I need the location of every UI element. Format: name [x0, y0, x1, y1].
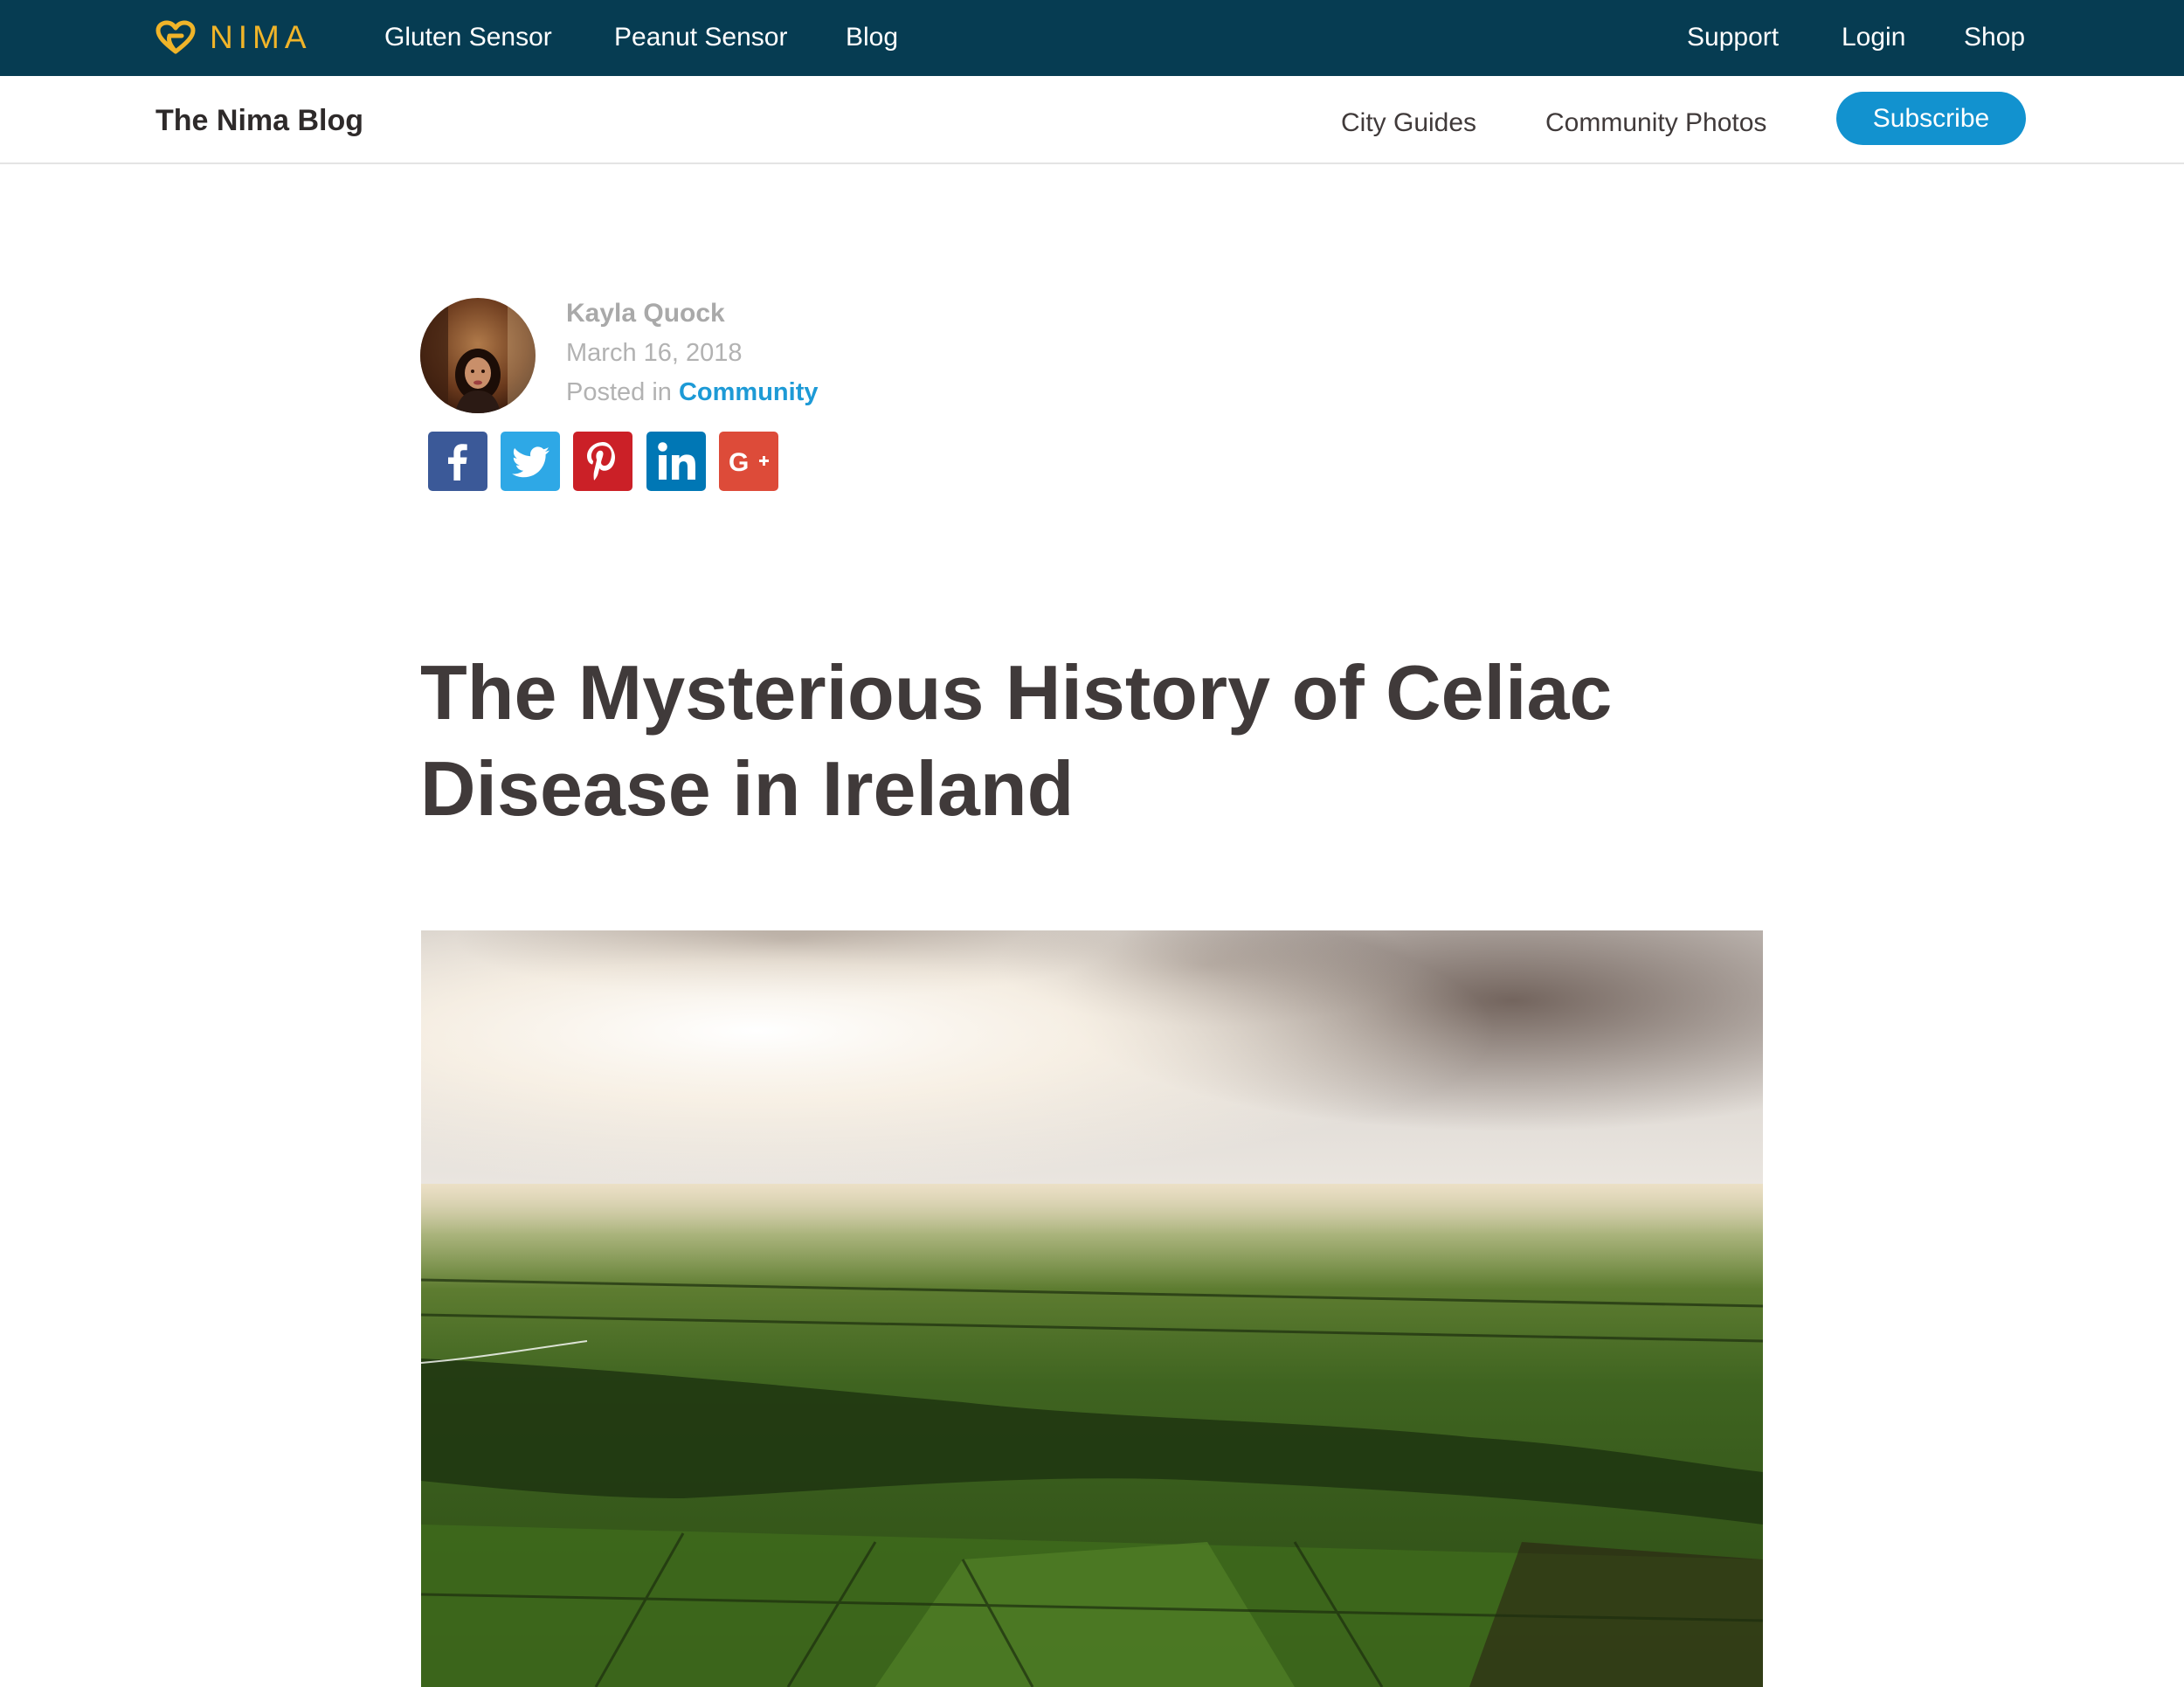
google-plus-icon: G: [719, 432, 778, 491]
category-link-community[interactable]: Community: [679, 378, 819, 406]
svg-text:G: G: [729, 448, 749, 477]
subnav-link-city-guides[interactable]: City Guides: [1341, 101, 1476, 145]
subnav-link-community-photos[interactable]: Community Photos: [1545, 101, 1766, 145]
facebook-icon: [428, 432, 487, 491]
posted-in-line: Posted in Community: [566, 378, 818, 407]
top-navigation: NIMA Gluten Sensor Peanut Sensor Blog Su…: [0, 0, 2184, 76]
twitter-icon: [501, 432, 560, 491]
pinterest-icon: [573, 432, 632, 491]
share-google-plus-button[interactable]: G: [719, 432, 778, 491]
article-title: The Mysterious History of Celiac Disease…: [420, 649, 1613, 832]
aerial-landscape-photo: [421, 930, 1763, 1687]
nav-link-blog[interactable]: Blog: [846, 16, 898, 59]
linkedin-icon: [646, 432, 706, 491]
author-name[interactable]: Kayla Quock: [566, 299, 725, 328]
hero-image-aerial-fields: [421, 930, 1763, 1687]
nav-link-login[interactable]: Login: [1842, 16, 1905, 59]
brand-wordmark: NIMA: [210, 19, 312, 55]
nav-link-support[interactable]: Support: [1687, 16, 1779, 59]
share-linkedin-button[interactable]: [646, 432, 706, 491]
nima-logo[interactable]: NIMA: [156, 16, 312, 59]
subscribe-button[interactable]: Subscribe: [1836, 92, 2026, 145]
share-pinterest-button[interactable]: [573, 432, 632, 491]
nav-link-shop[interactable]: Shop: [1964, 16, 2025, 59]
blog-title-link[interactable]: The Nima Blog: [156, 99, 363, 142]
nav-link-gluten-sensor[interactable]: Gluten Sensor: [384, 16, 552, 59]
avatar-photo: [420, 298, 536, 413]
share-twitter-button[interactable]: [501, 432, 560, 491]
blog-subnav: The Nima Blog City Guides Community Phot…: [0, 76, 2184, 164]
posted-in-prefix: Posted in: [566, 378, 679, 406]
nav-link-peanut-sensor[interactable]: Peanut Sensor: [614, 16, 787, 59]
post-date: March 16, 2018: [566, 339, 743, 367]
author-avatar[interactable]: [420, 298, 536, 413]
heart-logo-icon: [156, 20, 196, 54]
share-facebook-button[interactable]: [428, 432, 487, 491]
